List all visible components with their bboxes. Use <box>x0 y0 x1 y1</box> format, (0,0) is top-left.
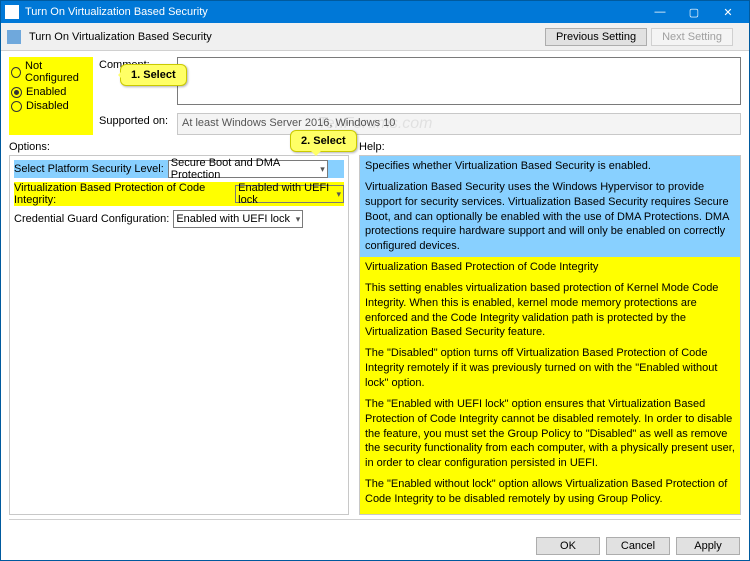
options-panel: Options: 2. Select Select Platform Secur… <box>9 139 349 515</box>
help-text: Specifies whether Virtualization Based S… <box>360 156 740 177</box>
supported-text: At least Windows Server 2016, Windows 10 <box>177 113 741 135</box>
help-text: The "Not Configured" option leaves the p… <box>360 510 740 515</box>
mid-section: Options: 2. Select Select Platform Secur… <box>1 139 749 519</box>
app-icon <box>5 5 19 19</box>
nav-buttons: Previous Setting Next Setting <box>545 28 743 46</box>
chevron-down-icon: ▾ <box>320 164 325 175</box>
options-box: 2. Select Select Platform Security Level… <box>9 155 349 515</box>
radio-enabled[interactable]: Enabled <box>11 85 91 99</box>
help-text: The "Disabled" option turns off Virtuali… <box>360 343 740 394</box>
state-radios: Not Configured Enabled Disabled <box>9 57 93 135</box>
help-text: This setting enables virtualization base… <box>360 278 740 343</box>
credential-guard-select[interactable]: Enabled with UEFI lock▾ <box>173 210 303 228</box>
help-box[interactable]: Specifies whether Virtualization Based S… <box>359 155 741 515</box>
ok-button[interactable]: OK <box>536 537 600 555</box>
upper-section: Not Configured Enabled Disabled Comment:… <box>1 51 749 139</box>
credential-guard-row: Credential Guard Configuration: Enabled … <box>14 210 344 228</box>
footer-buttons: OK Cancel Apply <box>536 537 740 555</box>
previous-setting-button[interactable]: Previous Setting <box>545 28 647 46</box>
vbpci-select[interactable]: Enabled with UEFI lock▾ <box>235 185 344 203</box>
window-title: Turn On Virtualization Based Security <box>25 6 643 18</box>
callout-2: 2. Select <box>290 130 357 152</box>
help-panel: Help: Specifies whether Virtualization B… <box>359 139 741 515</box>
radio-label: Not Configured <box>25 60 91 84</box>
vbpci-label: Virtualization Based Protection of Code … <box>14 182 231 206</box>
breadcrumb: Turn On Virtualization Based Security <box>29 31 212 43</box>
platform-security-label: Select Platform Security Level: <box>14 163 164 175</box>
platform-security-select[interactable]: Secure Boot and DMA Protection▾ <box>168 160 328 178</box>
minimize-button[interactable]: — <box>643 1 677 23</box>
maximize-button[interactable]: ▢ <box>677 1 711 23</box>
comment-input[interactable] <box>177 57 741 105</box>
vbpci-row: Virtualization Based Protection of Code … <box>14 182 344 206</box>
policy-icon <box>7 30 21 44</box>
platform-security-row: Select Platform Security Level: Secure B… <box>14 160 344 178</box>
radio-not-configured[interactable]: Not Configured <box>11 59 91 85</box>
chevron-down-icon: ▾ <box>296 214 301 225</box>
close-button[interactable]: ✕ <box>711 1 745 23</box>
radio-label: Enabled <box>26 86 66 98</box>
toolbar: Turn On Virtualization Based Security Pr… <box>1 23 749 51</box>
divider <box>9 519 741 520</box>
comment-area: Comment: Supported on: At least Windows … <box>99 57 741 135</box>
help-text: The "Enabled with UEFI lock" option ensu… <box>360 394 740 474</box>
help-text: Virtualization Based Security uses the W… <box>360 177 740 257</box>
next-setting-button: Next Setting <box>651 28 733 46</box>
radio-label: Disabled <box>26 100 69 112</box>
cancel-button[interactable]: Cancel <box>606 537 670 555</box>
callout-1: 1. Select <box>120 64 187 86</box>
supported-label: Supported on: <box>99 113 171 135</box>
radio-disabled[interactable]: Disabled <box>11 99 91 113</box>
credential-guard-label: Credential Guard Configuration: <box>14 213 169 225</box>
titlebar: Turn On Virtualization Based Security — … <box>1 1 749 23</box>
help-text: The "Enabled without lock" option allows… <box>360 474 740 510</box>
chevron-down-icon: ▾ <box>336 189 341 200</box>
help-text: Virtualization Based Protection of Code … <box>360 257 740 278</box>
apply-button[interactable]: Apply <box>676 537 740 555</box>
help-label: Help: <box>359 141 741 153</box>
